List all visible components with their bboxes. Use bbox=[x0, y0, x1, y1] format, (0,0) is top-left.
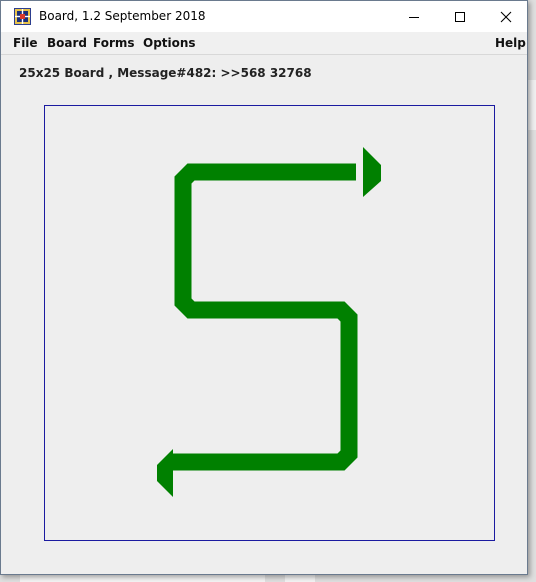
s-path bbox=[173, 163, 358, 471]
background-window-bottom bbox=[20, 574, 265, 582]
menu-forms[interactable]: Forms bbox=[93, 36, 135, 50]
close-button[interactable] bbox=[483, 1, 529, 32]
arrow-left-icon bbox=[157, 449, 173, 497]
menu-file[interactable]: File bbox=[13, 36, 38, 50]
status-message: 25x25 Board , Message#482: >>568 32768 bbox=[19, 66, 312, 80]
background-window-panel bbox=[527, 80, 536, 130]
menu-help[interactable]: Help bbox=[495, 36, 526, 50]
board-grid-icon bbox=[14, 8, 31, 25]
maximize-button[interactable] bbox=[437, 1, 483, 32]
menu-board[interactable]: Board bbox=[47, 36, 87, 50]
menu-options[interactable]: Options bbox=[143, 36, 196, 50]
minimize-icon bbox=[409, 16, 419, 18]
menu-bar: File Board Forms Options Help bbox=[1, 32, 527, 55]
minimize-button[interactable] bbox=[391, 1, 437, 32]
board-canvas[interactable] bbox=[44, 105, 495, 541]
arrow-right-icon bbox=[363, 147, 381, 197]
title-bar[interactable]: Board, 1.2 September 2018 bbox=[1, 1, 527, 32]
board-window: Board, 1.2 September 2018 File Board For… bbox=[0, 0, 528, 575]
maximize-icon bbox=[455, 11, 465, 22]
close-icon bbox=[500, 11, 512, 22]
s-arrow-shape bbox=[157, 147, 381, 497]
window-title: Board, 1.2 September 2018 bbox=[39, 9, 206, 23]
background-window-bottom-right bbox=[285, 574, 315, 582]
